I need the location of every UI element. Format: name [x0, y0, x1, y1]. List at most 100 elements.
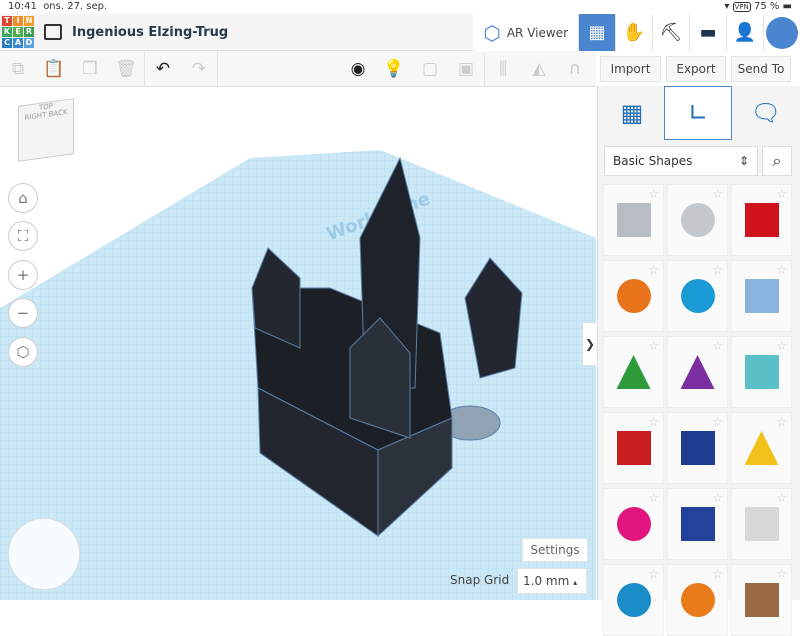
ar-viewer-label: AR Viewer	[506, 25, 568, 40]
view-cube-back[interactable]: BACK	[49, 108, 68, 119]
zoom-out-icon[interactable]: −	[8, 298, 38, 328]
notes-tab[interactable]: 🗨	[732, 86, 800, 140]
home-view-icon[interactable]: ⌂	[8, 183, 38, 213]
search-icon[interactable]: ⌕	[762, 146, 792, 176]
3d-design-view-button[interactable]: ▦	[578, 14, 615, 51]
favorite-star-icon[interactable]: ☆	[776, 491, 787, 505]
polygon-icon	[680, 431, 715, 465]
favorite-star-icon[interactable]: ☆	[712, 415, 723, 429]
shape-half-sphere[interactable]: ☆	[603, 488, 664, 560]
round-roof-icon	[744, 355, 779, 389]
favorite-star-icon[interactable]: ☆	[712, 567, 723, 581]
text-icon	[616, 431, 651, 465]
workplane-tab[interactable]: ▦	[598, 86, 666, 140]
paste-icon[interactable]: 📋	[36, 59, 72, 79]
mirror-icon[interactable]: ◭	[521, 59, 557, 79]
edit-toolbar: ⧉ 📋 ❐ 🗑 ↶ ↷ ◉ 💡 ▢ ▣ ⫼ ◭ ∩	[0, 50, 596, 87]
settings-button[interactable]: Settings	[522, 538, 588, 562]
shape-round-roof[interactable]: ☆	[731, 336, 792, 408]
fit-view-icon[interactable]: ⛶	[8, 221, 38, 251]
shapes-panel: ▦ ∟ 🗨 Basic Shapes ⇕ ⌕ ☆ ☆ ☆ ☆ ☆ ☆ ☆ ☆ ☆ ☆ ☆ ☆ ☆ ☆ ☆ ☆ ☆ ☆	[597, 86, 800, 636]
cylinder-hole-icon	[680, 203, 715, 237]
view-cube-right[interactable]: RIGHT	[24, 111, 46, 122]
favorite-star-icon[interactable]: ☆	[648, 187, 659, 201]
show-hide-icon[interactable]: ◉	[340, 59, 376, 79]
favorite-star-icon[interactable]: ☆	[776, 567, 787, 581]
3d-viewport[interactable]: Workplane TOP RIGHT BACK ⌂ ⛶ + − ⬡ Setti…	[0, 88, 596, 600]
align-icon[interactable]: ⫼	[485, 59, 521, 79]
zoom-in-icon[interactable]: +	[8, 260, 38, 290]
shape-cylinder[interactable]: ☆	[603, 260, 664, 332]
copy-icon[interactable]: ⧉	[0, 59, 36, 79]
favorite-star-icon[interactable]: ☆	[776, 187, 787, 201]
favorite-star-icon[interactable]: ☆	[648, 415, 659, 429]
shape-text[interactable]: ☆	[603, 412, 664, 484]
favorite-star-icon[interactable]: ☆	[712, 187, 723, 201]
export-button[interactable]: Export	[666, 56, 726, 82]
shape-cylinder-hole[interactable]: ☆	[667, 184, 728, 256]
avatar[interactable]	[763, 14, 800, 51]
cylinder-icon	[616, 279, 651, 313]
shape-paraboloid[interactable]: ☆	[731, 488, 792, 560]
add-user-icon[interactable]: 👤	[726, 14, 763, 51]
import-button[interactable]: Import	[600, 56, 661, 82]
favorite-star-icon[interactable]: ☆	[712, 339, 723, 353]
panel-toggle-button[interactable]: ❯	[582, 322, 596, 366]
bricks-icon[interactable]: ▬	[689, 14, 726, 51]
shape-hexagonal-prism[interactable]: ☆	[667, 488, 728, 560]
view-cube[interactable]: TOP RIGHT BACK	[18, 98, 74, 162]
shape-box[interactable]: ☆	[731, 184, 792, 256]
shape-torus[interactable]: ☆	[603, 564, 664, 636]
tinkercad-logo[interactable]: TIN KER CAD	[2, 16, 34, 48]
lightbulb-icon[interactable]: 💡	[376, 59, 412, 79]
shape-roof[interactable]: ☆	[603, 336, 664, 408]
torus-icon	[616, 583, 651, 617]
design-title[interactable]: Ingenious Elzing-Trug	[72, 25, 228, 40]
shape-sphere[interactable]: ☆	[667, 260, 728, 332]
vpn-badge: VPN	[732, 2, 751, 12]
ruler-tab[interactable]: ∟	[664, 86, 732, 140]
note-icon[interactable]: ▢	[412, 59, 448, 79]
favorite-star-icon[interactable]: ☆	[648, 567, 659, 581]
shape-cone[interactable]: ☆	[667, 336, 728, 408]
shape-box-hole[interactable]: ☆	[603, 184, 664, 256]
box-icon	[744, 203, 779, 237]
cone-icon	[680, 355, 715, 389]
delete-icon[interactable]: 🗑	[108, 59, 144, 79]
paraboloid-icon	[744, 507, 779, 541]
favorite-star-icon[interactable]: ☆	[712, 263, 723, 277]
shape-icon[interactable]: ▣	[448, 59, 484, 79]
snap-grid-select[interactable]: 1.0 mm ▴	[517, 568, 587, 594]
logo-letter: R	[24, 27, 34, 37]
send-to-button[interactable]: Send To	[731, 56, 791, 82]
top-bar: TIN KER CAD Ingenious Elzing-Trug ⬡ AR View…	[0, 14, 800, 51]
favorite-star-icon[interactable]: ☆	[648, 339, 659, 353]
shape-category-select[interactable]: Basic Shapes ⇕	[604, 146, 758, 176]
perspective-icon[interactable]: ⬡	[8, 337, 38, 367]
shape-polygon[interactable]: ☆	[667, 412, 728, 484]
ar-viewer-button[interactable]: ⬡ AR Viewer	[473, 14, 578, 51]
logo-letter: T	[2, 16, 12, 26]
redo-icon[interactable]: ↷	[181, 59, 217, 79]
duplicate-icon[interactable]: ❐	[72, 59, 108, 79]
favorite-star-icon[interactable]: ☆	[776, 339, 787, 353]
undo-icon[interactable]: ↶	[145, 59, 181, 79]
codeblocks-icon[interactable]: ✋	[615, 14, 652, 51]
magnet-icon[interactable]: ∩	[557, 59, 593, 79]
favorite-star-icon[interactable]: ☆	[648, 491, 659, 505]
favorite-star-icon[interactable]: ☆	[776, 263, 787, 277]
box-hole-icon	[616, 203, 651, 237]
roof-icon	[616, 355, 651, 389]
pickaxe-icon[interactable]: ⛏	[652, 14, 689, 51]
snap-grid-label: Snap Grid	[450, 573, 510, 587]
favorite-star-icon[interactable]: ☆	[776, 415, 787, 429]
shape-tube[interactable]: ☆	[667, 564, 728, 636]
shape-scribble[interactable]: ☆	[731, 260, 792, 332]
design-list-icon[interactable]	[44, 24, 62, 40]
shape-pyramid[interactable]: ☆	[731, 412, 792, 484]
favorite-star-icon[interactable]: ☆	[712, 491, 723, 505]
favorite-star-icon[interactable]: ☆	[648, 263, 659, 277]
workplane-scene[interactable]: Workplane	[0, 88, 596, 600]
navigation-joystick[interactable]	[8, 518, 80, 590]
shape-heart[interactable]: ☆	[731, 564, 792, 636]
